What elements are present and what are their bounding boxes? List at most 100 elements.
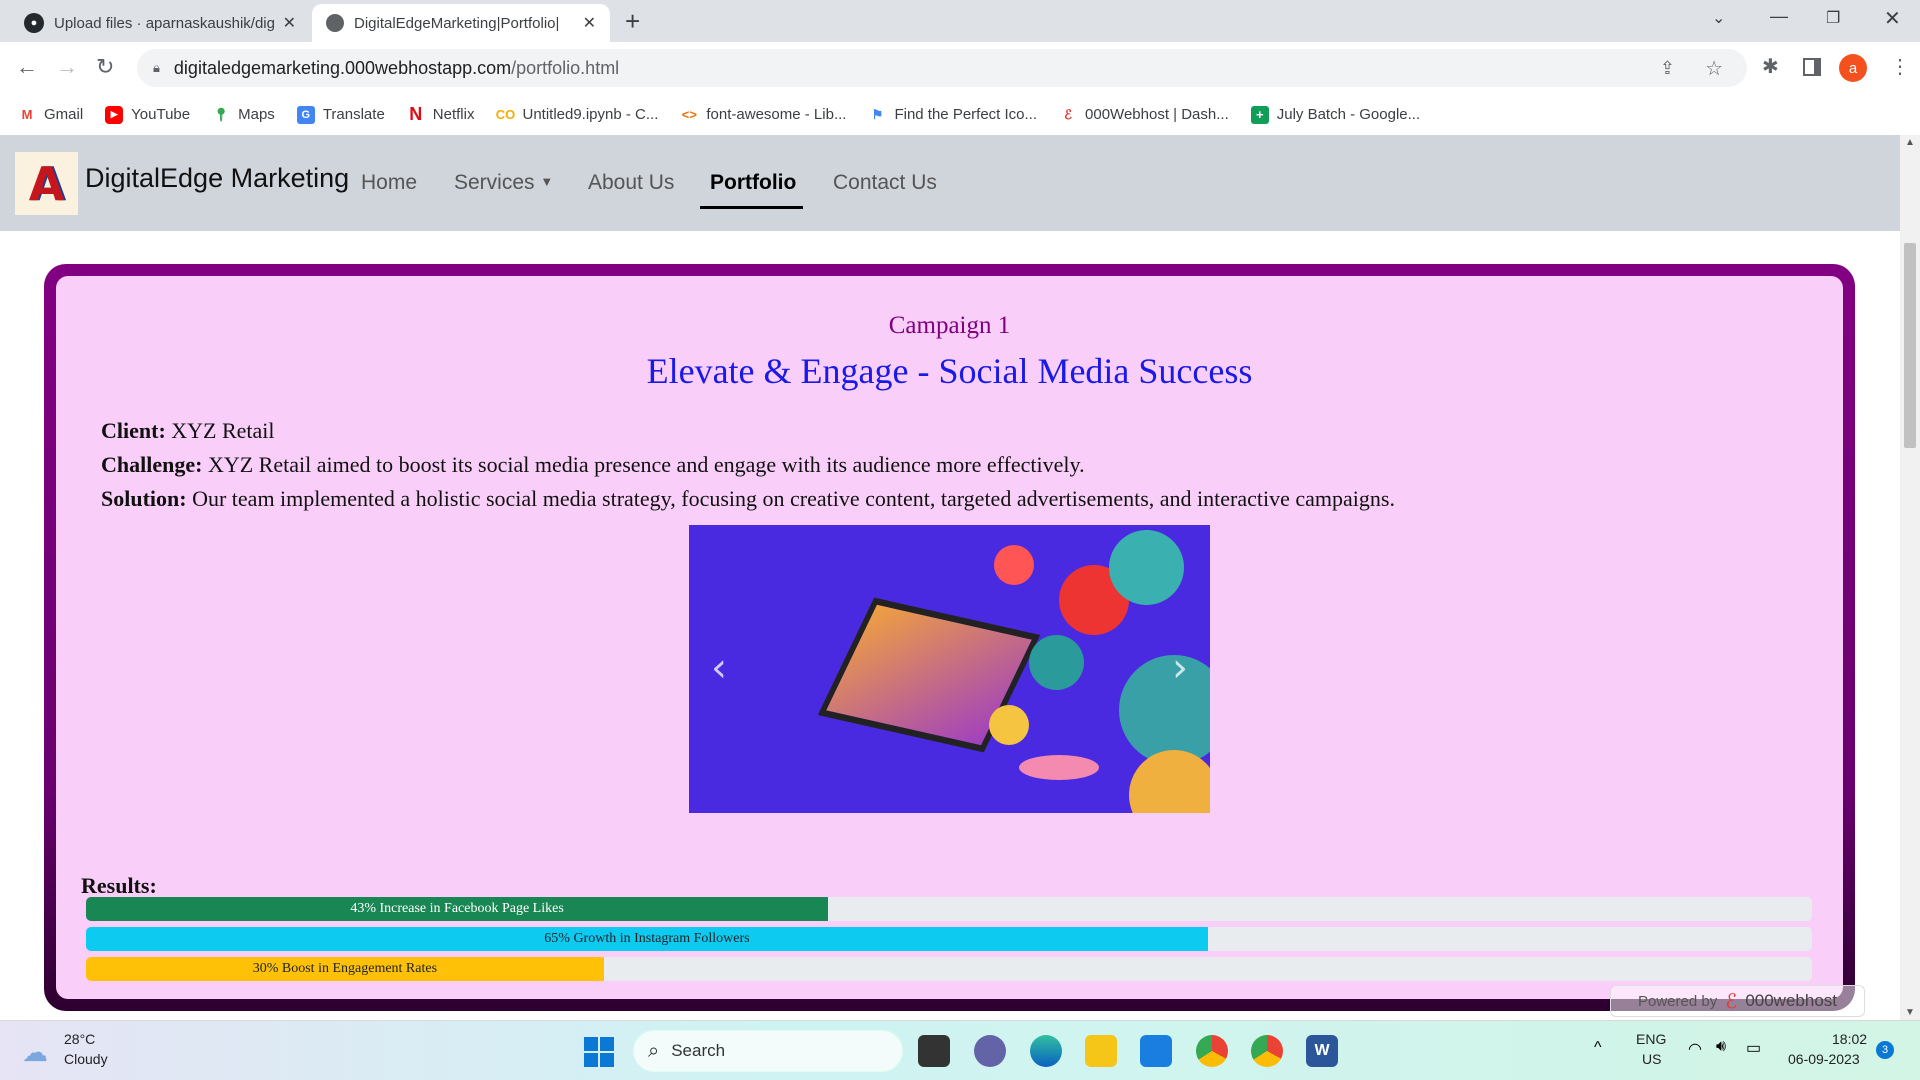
bookmark-translate[interactable]: G Translate: [296, 105, 385, 124]
minimize-icon[interactable]: —: [1770, 6, 1788, 27]
brand-name[interactable]: DigitalEdge Marketing: [85, 163, 349, 194]
bookmark-label: 000Webhost | Dash...: [1085, 106, 1229, 123]
bookmark-july-batch[interactable]: + July Batch - Google...: [1250, 105, 1421, 124]
close-tab-icon[interactable]: ✕: [283, 13, 296, 33]
image-carousel: ‹ ›: [689, 525, 1210, 813]
nav-about-us[interactable]: About Us: [588, 171, 674, 195]
bookmark-maps[interactable]: 📍︎ Maps: [212, 106, 275, 124]
close-tab-icon[interactable]: ✕: [583, 13, 596, 33]
nav-home[interactable]: Home: [361, 171, 417, 195]
chrome-profile-icon[interactable]: [1251, 1035, 1283, 1067]
client-line: Client: XYZ Retail: [101, 418, 275, 444]
clock-time[interactable]: 18:02: [1832, 1031, 1867, 1047]
like-bubble: [1029, 635, 1084, 690]
show-hidden-icons[interactable]: ^: [1594, 1039, 1602, 1057]
bookmark-gmail[interactable]: M Gmail: [18, 106, 84, 124]
netflix-icon: N: [409, 104, 423, 124]
sheets-icon: +: [1250, 105, 1269, 124]
heart-bubble: [994, 545, 1034, 585]
campaign-label: Campaign 1: [888, 312, 1011, 339]
language[interactable]: ENG: [1636, 1031, 1666, 1047]
side-panel-icon[interactable]: [1803, 58, 1821, 76]
bookmark-label: YouTube: [131, 106, 191, 123]
bookmark-label: Untitled9.ipynb - C...: [522, 106, 659, 123]
solution-value: Our team implemented a holistic social m…: [192, 486, 1395, 511]
colab-icon: CO: [495, 107, 516, 122]
tab-portfolio[interactable]: DigitalEdgeMarketing|Portfolio| ✕: [312, 4, 610, 42]
profile-avatar[interactable]: a: [1839, 54, 1867, 82]
wifi-icon[interactable]: ◠: [1688, 1039, 1702, 1059]
powered-by-badge[interactable]: Powered by ℰ 000webhost: [1610, 985, 1865, 1017]
close-window-icon[interactable]: ✕: [1884, 6, 1901, 31]
active-nav-underline: [700, 206, 803, 209]
bookmark-netflix[interactable]: N Netflix: [407, 104, 474, 124]
restore-icon[interactable]: ❐: [1826, 8, 1840, 28]
scroll-down-icon[interactable]: ▼: [1905, 1007, 1915, 1018]
search-placeholder: Search: [671, 1041, 726, 1060]
tab-title: Upload files · aparnaskaushik/dig: [54, 14, 274, 32]
scrollbar-thumb[interactable]: [1904, 243, 1916, 448]
tab-upload-files[interactable]: ● Upload files · aparnaskaushik/dig ✕: [10, 4, 310, 42]
extensions-icon[interactable]: ✱: [1762, 54, 1779, 79]
weather-temp[interactable]: 28°C: [64, 1031, 95, 1047]
tab-title: DigitalEdgeMarketing|Portfolio|: [354, 14, 560, 32]
challenge-value: XYZ Retail aimed to boost its social med…: [207, 452, 1085, 477]
word-icon[interactable]: W: [1306, 1035, 1338, 1067]
back-icon[interactable]: ←: [16, 54, 38, 80]
task-view-icon[interactable]: [918, 1035, 950, 1067]
address-bar[interactable]: 🔒︎ digitaledgemarketing.000webhostapp.co…: [137, 49, 1747, 87]
progress-instagram: 65% Growth in Instagram Followers: [86, 927, 1812, 951]
bookmark-find-icon[interactable]: ⚑ Find the Perfect Ico...: [868, 106, 1037, 124]
nav-contact-us[interactable]: Contact Us: [833, 171, 937, 195]
nav-portfolio[interactable]: Portfolio: [710, 171, 796, 195]
menu-icon[interactable]: ⋮: [1890, 54, 1910, 79]
bookmark-colab[interactable]: CO Untitled9.ipynb - C...: [495, 106, 659, 124]
site-navbar: A DigitalEdge Marketing Home Services ▼ …: [0, 135, 1900, 231]
bookmark-label: Maps: [238, 106, 275, 123]
new-tab-icon[interactable]: +: [625, 6, 640, 37]
weather-desc[interactable]: Cloudy: [64, 1051, 108, 1067]
clock-date[interactable]: 06-09-2023: [1788, 1051, 1860, 1067]
000webhost-icon: ℰ: [1064, 106, 1072, 122]
progress-fill: 30% Boost in Engagement Rates: [86, 957, 604, 981]
chrome-icon[interactable]: [1196, 1035, 1228, 1067]
region[interactable]: US: [1642, 1051, 1661, 1067]
start-icon[interactable]: [584, 1037, 614, 1067]
edge-icon[interactable]: [1030, 1035, 1062, 1067]
volume-icon[interactable]: 🔊︎: [1716, 1038, 1726, 1056]
bookmarks-bar: M Gmail ▶ YouTube 📍︎ Maps G Translate N Netfl…: [0, 94, 1920, 135]
youtube-icon: ▶: [105, 105, 124, 124]
bookmark-youtube[interactable]: ▶ YouTube: [105, 105, 191, 124]
bookmark-font-awesome[interactable]: <> font-awesome - Lib...: [680, 106, 847, 124]
battery-icon[interactable]: ▭: [1746, 1038, 1761, 1058]
bookmark-star-icon[interactable]: ☆: [1705, 56, 1723, 81]
browser-tab-bar: ● Upload files · aparnaskaushik/dig ✕ Di…: [0, 0, 1920, 42]
scroll-up-icon[interactable]: ▲: [1905, 137, 1915, 148]
lock-icon: 🔒︎: [153, 60, 160, 75]
tab-search-icon[interactable]: ⌄: [1712, 8, 1725, 28]
windows-taskbar: ☁ 28°C Cloudy ⌕ Search W ^ ENG US ◠ 🔊︎ ▭…: [0, 1020, 1920, 1080]
file-explorer-icon[interactable]: [1085, 1035, 1117, 1067]
bookmark-000webhost[interactable]: ℰ 000Webhost | Dash...: [1059, 106, 1229, 124]
progress-facebook: 43% Increase in Facebook Page Likes: [86, 897, 1812, 921]
reload-icon[interactable]: ↻: [96, 54, 114, 80]
share-icon[interactable]: ⇪: [1660, 58, 1675, 79]
page-scrollbar[interactable]: ▲ ▼: [1900, 135, 1920, 1020]
gmail-icon: M: [21, 107, 33, 122]
progress-fill: 65% Growth in Instagram Followers: [86, 927, 1208, 951]
carousel-prev-icon[interactable]: ‹: [711, 645, 727, 691]
translate-icon: G: [296, 105, 315, 124]
github-icon: ●: [24, 13, 44, 33]
coin-bubble: [1129, 750, 1210, 813]
carousel-next-icon[interactable]: ›: [1172, 645, 1188, 691]
bookmark-label: July Batch - Google...: [1276, 106, 1421, 123]
nav-services[interactable]: Services ▼: [454, 171, 553, 195]
000webhost-icon: ℰ: [1725, 990, 1738, 1013]
brand-logo[interactable]: A: [15, 152, 78, 215]
browser-toolbar: ← → ↻ 🔒︎ digitaledgemarketing.000webhost…: [0, 42, 1920, 94]
taskbar-search[interactable]: ⌕ Search: [633, 1030, 903, 1072]
teams-icon[interactable]: [974, 1035, 1006, 1067]
notification-badge[interactable]: 3: [1876, 1041, 1894, 1059]
mail-icon[interactable]: [1140, 1035, 1172, 1067]
forward-icon[interactable]: →: [56, 54, 78, 80]
